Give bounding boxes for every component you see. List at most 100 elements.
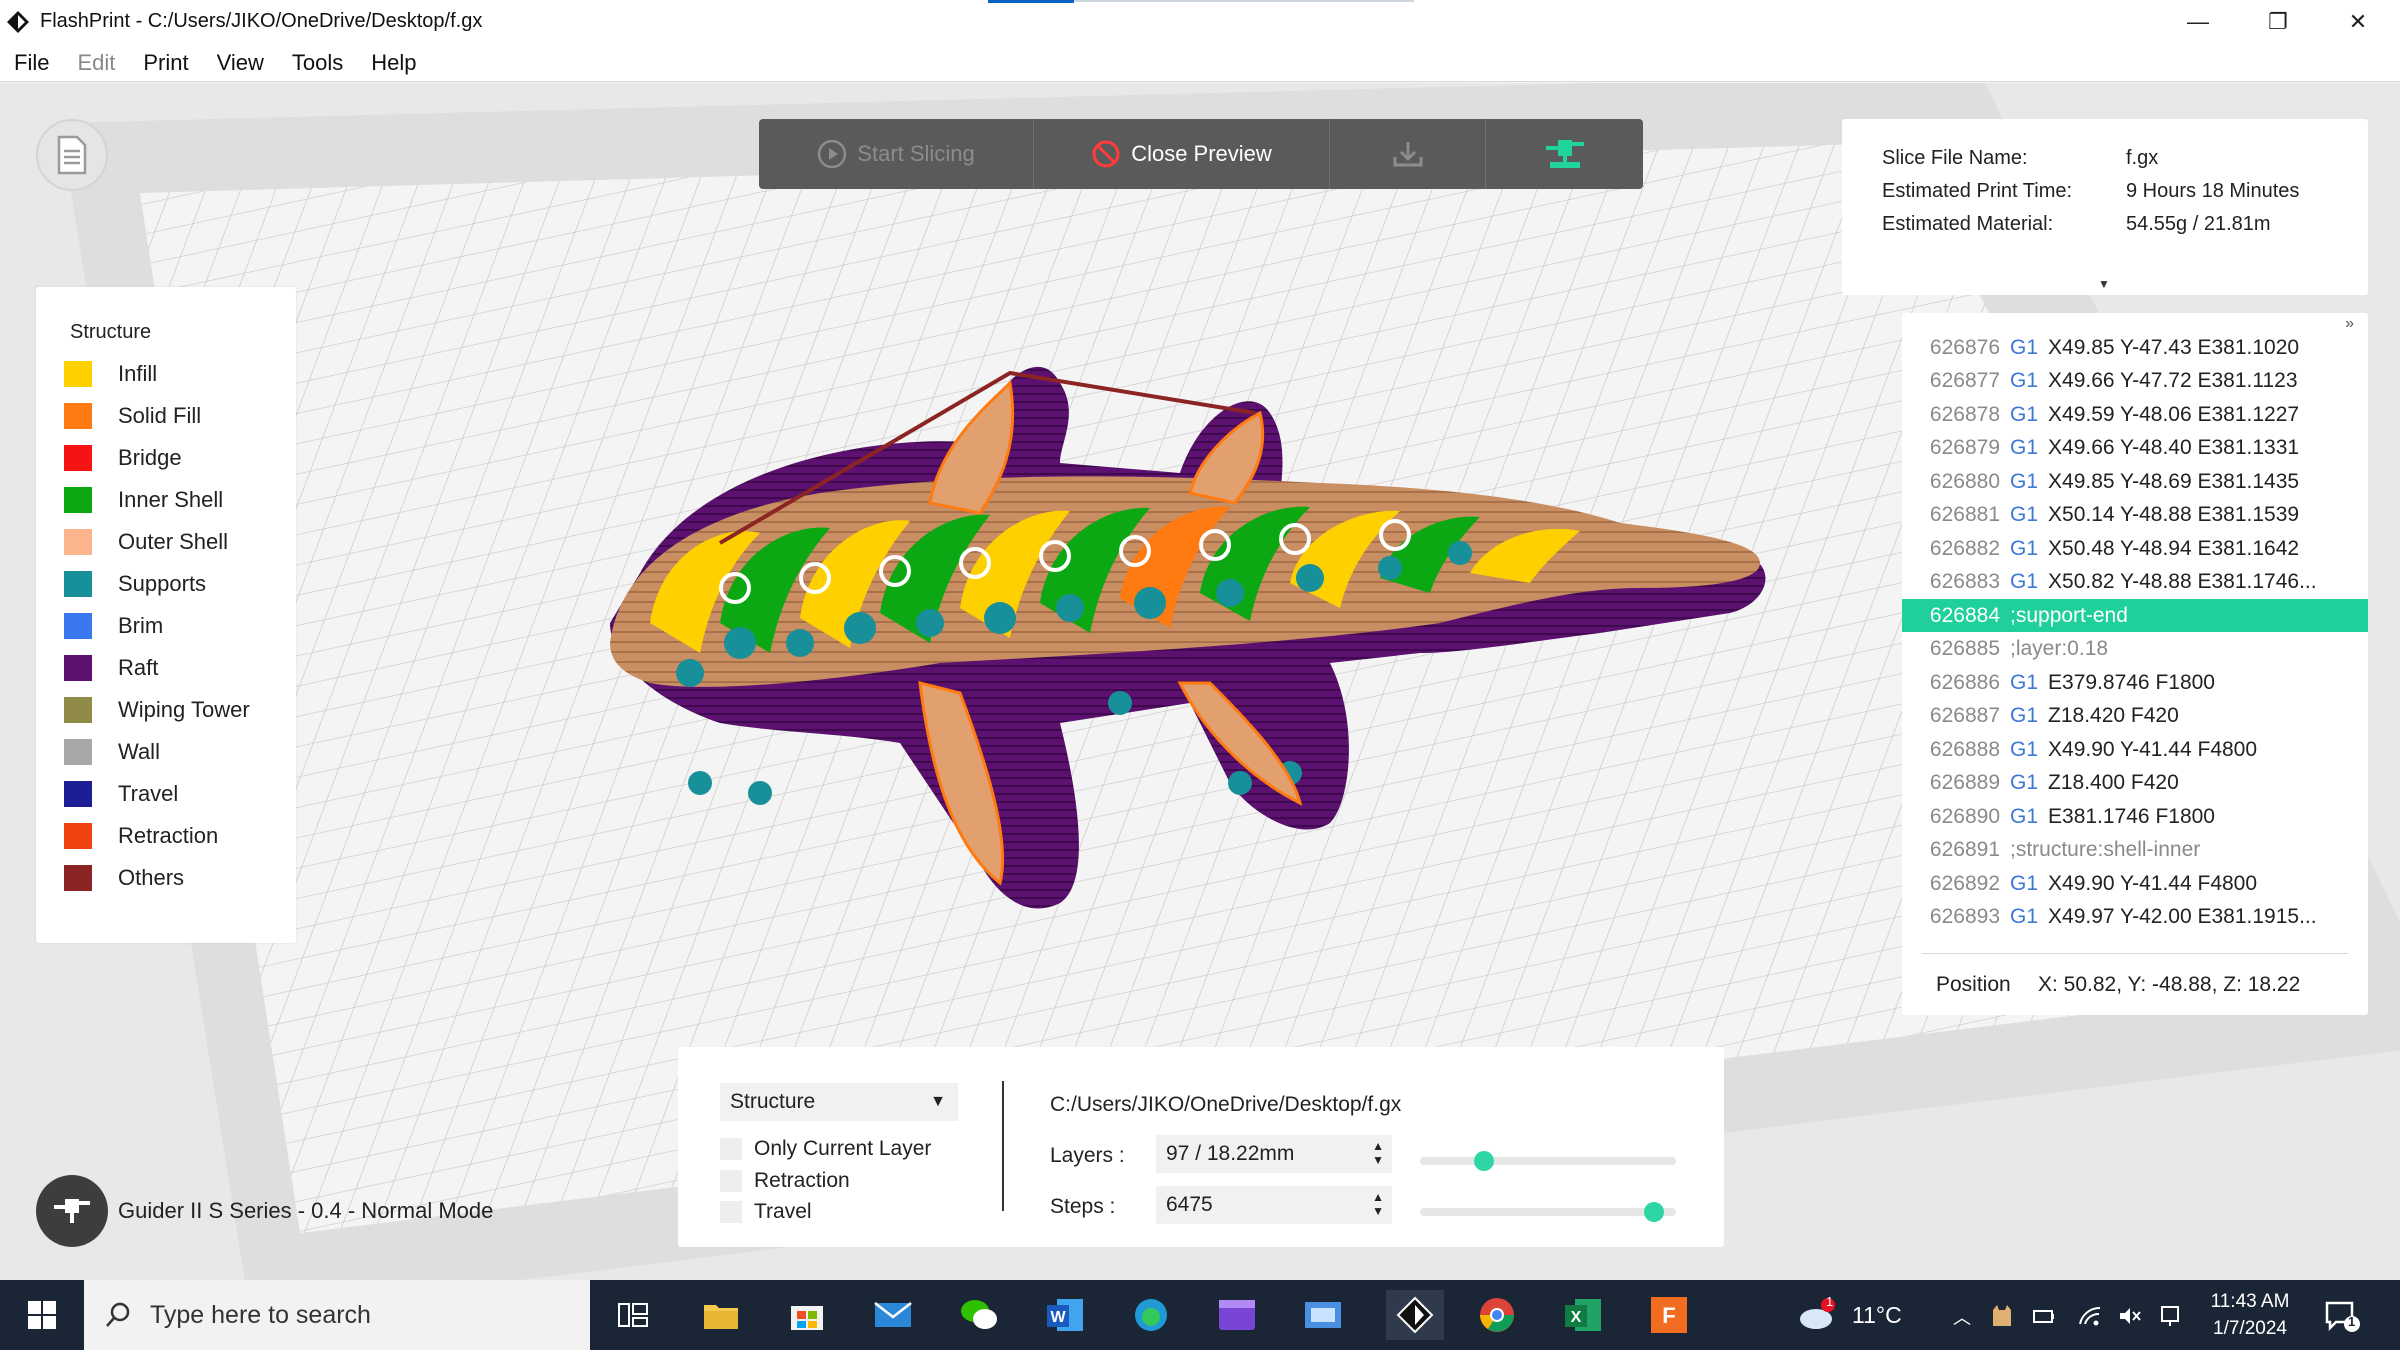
start-slicing-label: Start Slicing [857, 141, 975, 166]
start-slicing-button[interactable]: Start Slicing [759, 119, 1034, 189]
steps-slider[interactable] [1420, 1202, 1676, 1222]
slice-info-panel: Slice File Name: f.gx Estimated Print Ti… [1842, 119, 2368, 295]
taskbar-search-box[interactable]: Type here to search [84, 1280, 590, 1350]
3d-viewport[interactable]: Start Slicing Close Preview Structure In… [0, 83, 2400, 1280]
microsoft-store-icon[interactable] [782, 1290, 832, 1340]
controls-separator [1002, 1081, 1004, 1211]
travel-checkbox[interactable]: Travel [720, 1200, 812, 1224]
gcode-line-number: 626878 [1929, 402, 2000, 426]
wifi-icon[interactable] [2078, 1304, 2102, 1328]
ime-icon[interactable] [2158, 1304, 2182, 1328]
checkbox-box[interactable] [720, 1170, 742, 1192]
steps-slider-thumb[interactable] [1644, 1202, 1665, 1222]
menu-file[interactable]: File [14, 50, 49, 76]
wechat-icon[interactable] [954, 1290, 1004, 1340]
collapse-caret-icon[interactable]: ▼ [2098, 277, 2110, 291]
file-explorer-icon[interactable] [696, 1290, 746, 1340]
fusion-app-icon[interactable]: F [1644, 1290, 1694, 1340]
svg-text:W: W [1050, 1309, 1066, 1326]
word-icon[interactable]: W [1040, 1290, 1090, 1340]
printer-button[interactable] [36, 1175, 108, 1247]
legend-item: Brim [64, 611, 163, 641]
close-button[interactable]: ✕ [2318, 0, 2398, 44]
close-preview-button[interactable]: Close Preview [1034, 119, 1330, 189]
gcode-command: G1 [2010, 469, 2039, 493]
legend-swatch [64, 613, 92, 639]
gcode-line[interactable]: 626878 G1 X49.59 Y-48.06 E381.1227 [1902, 398, 2368, 431]
gcode-command: G1 [2010, 369, 2039, 392]
chevron-up-icon[interactable]: ︿ [1950, 1304, 1974, 1328]
notification-center-button[interactable]: 1 [2324, 1300, 2360, 1332]
layers-label: Layers : [1050, 1144, 1125, 1167]
minimize-button[interactable]: — [2158, 0, 2238, 44]
search-placeholder: Type here to search [150, 1300, 371, 1329]
edge-icon[interactable] [1126, 1290, 1176, 1340]
chrome-icon[interactable] [1472, 1290, 1522, 1340]
checkbox-box[interactable] [720, 1201, 742, 1223]
document-button[interactable] [36, 119, 108, 191]
gcode-line[interactable]: 626892 G1 X49.90 Y-41.44 F4800 [1902, 867, 2368, 900]
gcode-params: X49.66 Y-48.40 E381.1331 [2048, 436, 2300, 459]
print-connect-button[interactable] [1486, 119, 1643, 189]
only-current-layer-checkbox[interactable]: Only Current Layer [720, 1137, 931, 1161]
menu-view[interactable]: View [217, 50, 264, 76]
gcode-command: G1 [2010, 570, 2039, 593]
gcode-line[interactable]: 626879 G1 X49.66 Y-48.40 E381.1331 [1902, 432, 2368, 465]
volume-muted-icon[interactable] [2118, 1304, 2142, 1328]
spin-arrows-icon[interactable]: ▲ ▼ [1372, 1139, 1384, 1167]
clipchamp-icon[interactable] [1212, 1290, 1262, 1340]
gcode-panel[interactable]: » 626876 G1 X49.85 Y-47.43 E381.1020 626877… [1902, 313, 2368, 1015]
gcode-line[interactable]: 626880 G1 X49.85 Y-48.69 E381.1435 [1902, 465, 2368, 498]
layers-slider[interactable] [1420, 1151, 1676, 1171]
gcode-line[interactable]: 626882 G1 X50.48 Y-48.94 E381.1642 [1902, 532, 2368, 565]
file-name-value: f.gx [2126, 147, 2159, 169]
legend-item: Outer Shell [64, 527, 228, 557]
legend-item: Raft [64, 653, 158, 683]
layers-slider-thumb[interactable] [1474, 1151, 1495, 1171]
gcode-line-active[interactable]: 626884 ;support-end [1902, 599, 2368, 632]
retraction-checkbox[interactable]: Retraction [720, 1169, 850, 1193]
gcode-line[interactable]: 626893 G1 X49.97 Y-42.00 E381.1915... [1902, 901, 2368, 934]
gcode-line[interactable]: 626888 G1 X49.90 Y-41.44 F4800 [1902, 733, 2368, 766]
menu-help[interactable]: Help [371, 50, 416, 76]
gcode-line[interactable]: 626890 G1 E381.1746 F1800 [1902, 800, 2368, 833]
legend-swatch [64, 781, 92, 807]
gcode-line[interactable]: 626885 ;layer:0.18 [1902, 633, 2368, 666]
layers-spinbox[interactable]: 97 / 18.22mm ▲ ▼ [1156, 1135, 1392, 1173]
system-clock[interactable]: 11:43 AM 1/7/2024 [2190, 1288, 2310, 1342]
gcode-command: G1 [2010, 905, 2039, 928]
battery-icon[interactable] [2032, 1304, 2056, 1328]
menu-print[interactable]: Print [143, 50, 188, 76]
cat-app-icon[interactable] [1990, 1304, 2014, 1328]
checkbox-box[interactable] [720, 1138, 742, 1160]
gcode-command: G1 [2010, 670, 2039, 694]
task-view-icon[interactable] [608, 1290, 658, 1340]
download-icon [1393, 142, 1422, 167]
excel-icon[interactable]: X [1558, 1290, 1608, 1340]
gcode-line[interactable]: 626877 G1 X49.66 Y-47.72 E381.1123 [1902, 365, 2368, 398]
view-mode-select[interactable]: Structure ▼ [720, 1083, 958, 1121]
gcode-line[interactable]: 626883 G1 X50.82 Y-48.88 E381.1746... [1902, 566, 2368, 599]
gcode-params: X49.85 Y-47.43 E381.1020 [2048, 335, 2300, 359]
export-button[interactable] [1330, 119, 1486, 189]
printer-icon [54, 1199, 90, 1223]
start-button[interactable] [0, 1280, 84, 1350]
steps-spinbox[interactable]: 6475 ▲ ▼ [1156, 1186, 1392, 1224]
gcode-line[interactable]: 626876 G1 X49.85 Y-47.43 E381.1020 [1902, 331, 2368, 364]
gcode-line[interactable]: 626891 ;structure:shell-inner [1902, 834, 2368, 867]
gcode-params: Z18.420 F420 [2048, 704, 2179, 727]
weather-widget[interactable]: 1 11°C [1796, 1280, 1902, 1350]
flashprint-taskbar-icon[interactable] [1386, 1290, 1444, 1340]
gcode-line[interactable]: 626881 G1 X50.14 Y-48.88 E381.1539 [1902, 499, 2368, 532]
gcode-line[interactable]: 626886 G1 E379.8746 F1800 [1902, 666, 2368, 699]
menu-edit[interactable]: Edit [77, 50, 115, 76]
control-panel-icon[interactable] [1298, 1290, 1348, 1340]
gcode-line[interactable]: 626889 G1 Z18.400 F420 [1902, 767, 2368, 800]
material-row: Estimated Material: 54.55g / 21.81m [1882, 213, 2271, 236]
menu-tools[interactable]: Tools [292, 50, 343, 76]
spin-arrows-icon[interactable]: ▲ ▼ [1372, 1190, 1384, 1218]
gcode-line[interactable]: 626887 G1 Z18.420 F420 [1902, 700, 2368, 733]
maximize-button[interactable]: ❐ [2238, 0, 2318, 44]
mail-icon[interactable] [868, 1290, 918, 1340]
travel-label: Travel [754, 1200, 812, 1223]
